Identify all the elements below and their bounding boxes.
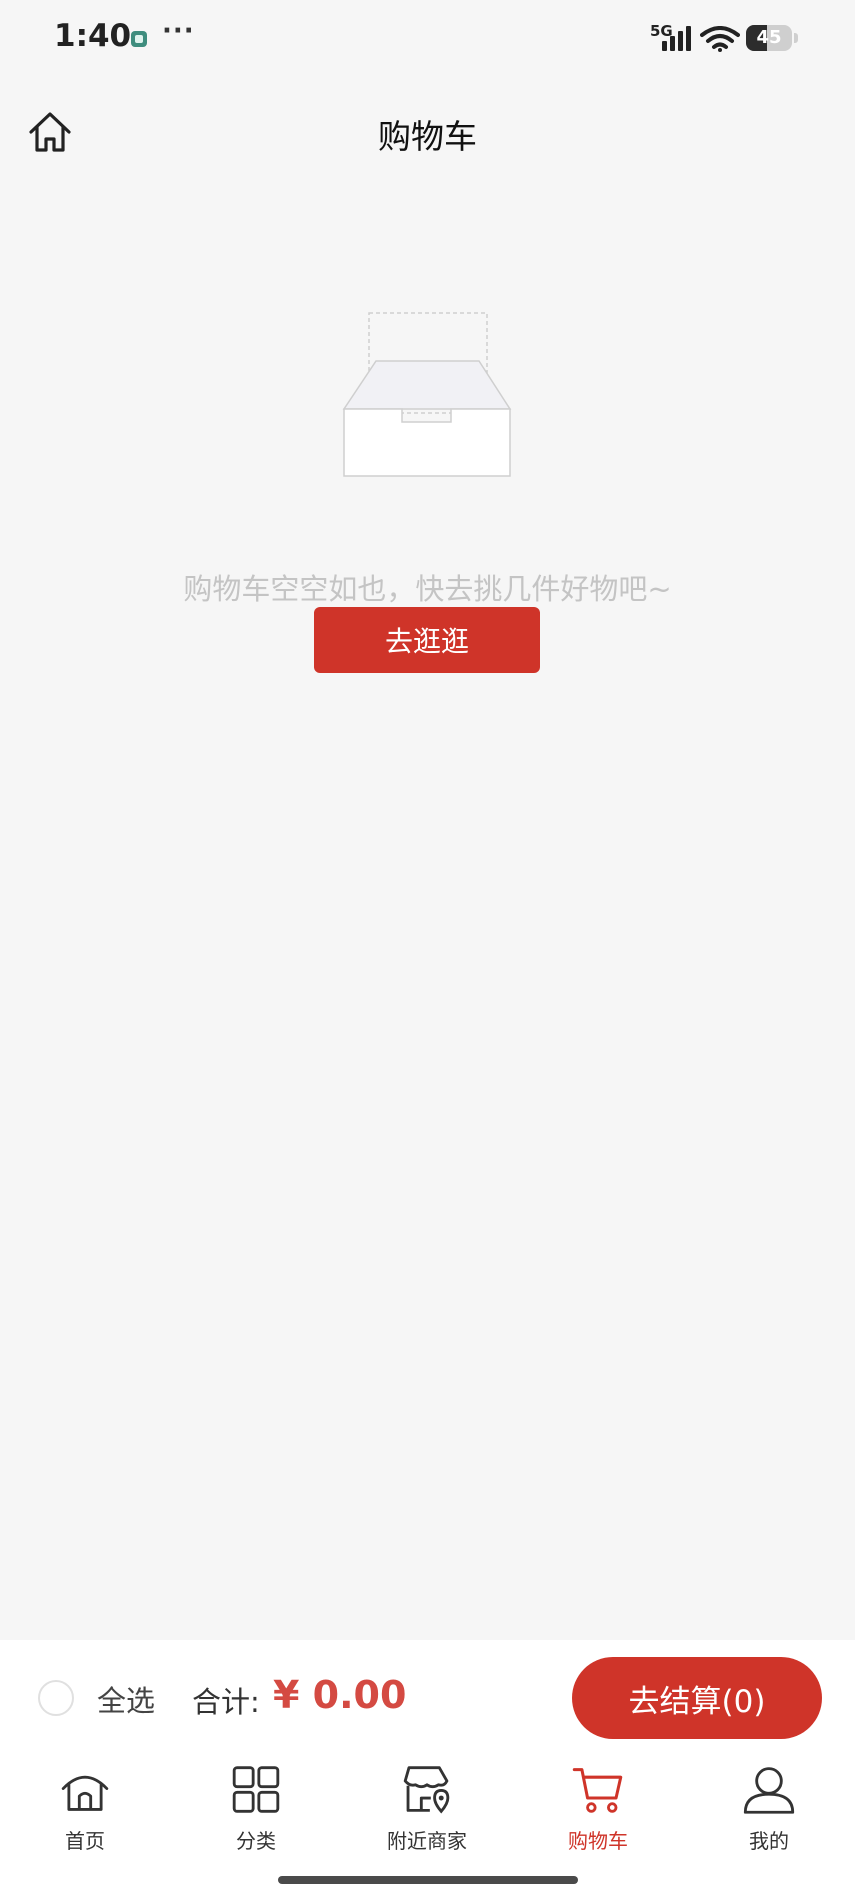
checkout-button[interactable]: 去结算(0)	[572, 1657, 822, 1739]
tab-category[interactable]: 分类	[181, 1762, 331, 1854]
select-all-checkbox[interactable]	[38, 1680, 74, 1716]
tab-home[interactable]: 首页	[10, 1762, 160, 1854]
signal-icon	[662, 26, 691, 51]
app-notification-icon	[131, 31, 147, 47]
tab-label: 附近商家	[387, 1829, 467, 1853]
wifi-icon	[700, 26, 740, 52]
tab-cart[interactable]: 购物车	[523, 1762, 673, 1854]
empty-box-icon	[342, 312, 512, 477]
select-all-label[interactable]: 全选	[97, 1678, 155, 1720]
page-title: 购物车	[378, 117, 477, 156]
status-bar: 1:40 ··· 5G 45	[0, 0, 855, 80]
battery-icon: 45	[746, 25, 792, 51]
go-shopping-button[interactable]: 去逛逛	[314, 607, 540, 673]
status-time: 1:40	[54, 18, 132, 54]
battery-percent: 45	[756, 27, 782, 48]
home-indicator[interactable]	[278, 1876, 578, 1884]
cart-icon	[572, 1768, 623, 1813]
total-label: 合计:	[192, 1685, 260, 1719]
empty-cart-message: 购物车空空如也，快去挑几件好物吧~	[183, 572, 672, 606]
tab-nearby[interactable]: 附近商家	[352, 1762, 502, 1854]
more-notifications-icon: ···	[162, 16, 195, 46]
nearby-store-icon	[403, 1766, 450, 1814]
battery-tip	[794, 33, 798, 43]
total-amount: ¥ 0.00	[273, 1673, 407, 1717]
tab-label: 首页	[65, 1829, 105, 1853]
tab-label: 分类	[236, 1829, 276, 1853]
tab-label: 我的	[749, 1829, 789, 1853]
profile-icon	[743, 1767, 795, 1814]
tab-profile[interactable]: 我的	[694, 1762, 844, 1854]
category-grid-icon	[232, 1766, 280, 1813]
tab-label: 购物车	[568, 1829, 628, 1853]
home-icon	[61, 1775, 109, 1811]
